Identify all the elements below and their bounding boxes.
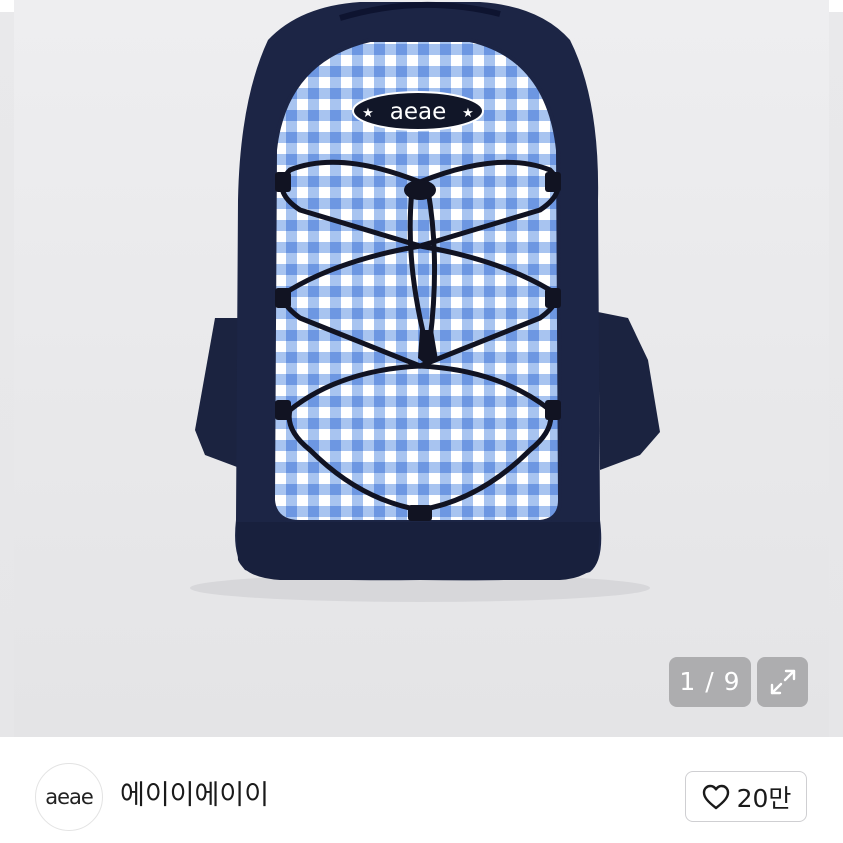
like-button[interactable]: 20만 <box>685 771 807 822</box>
image-counter: 1 / 9 <box>669 657 751 707</box>
seller-avatar[interactable]: aeae <box>35 763 103 831</box>
like-count: 20만 <box>736 783 792 813</box>
seller-name[interactable]: 에이이에이이 <box>120 778 269 814</box>
product-image-gallery[interactable]: aeae ★ ★ 1 / 9 <box>0 0 843 737</box>
expand-icon <box>770 669 795 695</box>
svg-text:★: ★ <box>362 106 374 121</box>
brand-patch-text: aeae <box>390 99 447 125</box>
heart-icon <box>702 784 729 809</box>
seller-avatar-logo: aeae <box>45 785 94 809</box>
svg-text:★: ★ <box>462 106 474 121</box>
expand-image-button[interactable] <box>757 657 808 707</box>
product-image-backpack: aeae ★ ★ <box>190 1 660 602</box>
